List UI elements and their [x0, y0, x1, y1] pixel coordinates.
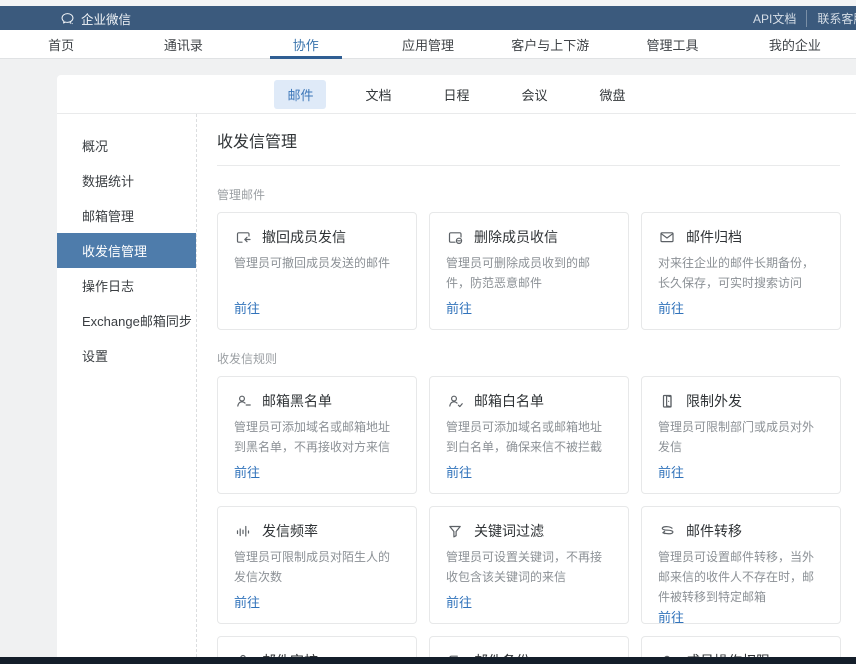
subtab-drive[interactable]: 微盘 — [587, 80, 639, 109]
door-icon — [658, 392, 676, 410]
sidebar-item-exchange-sync[interactable]: Exchange邮箱同步 — [57, 303, 196, 338]
sidebar-item-operation-log[interactable]: 操作日志 — [57, 268, 196, 303]
card-head: 邮箱黑名单 — [234, 391, 400, 411]
card-mail-blacklist: 邮箱黑名单 管理员可添加域名或邮箱地址到黑名单，不再接收对方来信 前往 — [217, 376, 417, 494]
card-desc: 管理员可限制部门或成员对外发信 — [658, 418, 824, 458]
topbar: 企业微信 API文档 联系客服 退出 — [0, 6, 856, 30]
card-title: 邮件转移 — [686, 521, 742, 541]
topbar-links: API文档 联系客服 退出 — [753, 6, 856, 30]
card-recall-sent-mail: 撤回成员发信 管理员可撤回成员发送的邮件 前往 — [217, 212, 417, 330]
goto-link[interactable]: 前往 — [658, 298, 684, 317]
card-title: 撤回成员发信 — [262, 227, 346, 247]
card-mail-backup: 邮件备份 — [429, 636, 629, 657]
chat-bubble-icon — [60, 11, 75, 26]
goto-link[interactable]: 前往 — [658, 607, 684, 626]
card-member-permission: 成员操作权限 — [641, 636, 841, 657]
section-label-manage-mail: 管理邮件 — [217, 186, 840, 203]
goto-link[interactable]: 前往 — [658, 462, 684, 481]
main-content: 收发信管理 管理邮件 撤回成员发信 管理员可撤回成员发送的邮件 前往 — [197, 114, 856, 657]
card-desc: 管理员可限制成员对陌生人的发信次数 — [234, 548, 400, 588]
card-send-frequency: 发信频率 管理员可限制成员对陌生人的发信次数 前往 — [217, 506, 417, 624]
card-head: 邮件归档 — [658, 227, 824, 247]
content-panel: 邮件 文档 日程 会议 微盘 概况 数据统计 邮箱管理 收发信管理 操作日志 E… — [57, 75, 856, 657]
sidebar-item-overview[interactable]: 概况 — [57, 128, 196, 163]
transfer-arrow-icon — [658, 522, 676, 540]
card-head: 删除成员收信 — [446, 227, 612, 247]
card-head: 限制外发 — [658, 391, 824, 411]
card-head: 邮箱白名单 — [446, 391, 612, 411]
logo-text: 企业微信 — [81, 9, 131, 28]
whitelist-person-icon — [446, 392, 464, 410]
card-title: 邮箱黑名单 — [262, 391, 332, 411]
sidebar-item-send-receive-management[interactable]: 收发信管理 — [57, 233, 196, 268]
card-title: 发信频率 — [262, 521, 318, 541]
card-desc: 管理员可设置关键词，不再接收包含该关键词的来信 — [446, 548, 612, 588]
card-title: 关键词过滤 — [474, 521, 544, 541]
goto-link[interactable]: 前往 — [234, 298, 260, 317]
frequency-bars-icon — [234, 522, 252, 540]
recall-mail-icon — [234, 228, 252, 246]
card-title: 限制外发 — [686, 391, 742, 411]
card-restrict-outgoing: 限制外发 管理员可限制部门或成员对外发信 前往 — [641, 376, 841, 494]
subtab-docs[interactable]: 文档 — [352, 80, 404, 109]
goto-link[interactable]: 前往 — [446, 298, 472, 317]
card-mail-whitelist: 邮箱白名单 管理员可添加域名或邮箱地址到白名单，确保来信不被拦截 前往 — [429, 376, 629, 494]
nav-item-admin-tools[interactable]: 管理工具 — [611, 30, 733, 58]
card-title: 邮箱白名单 — [474, 391, 544, 411]
card-keyword-filter: 关键词过滤 管理员可设置关键词，不再接收包含该关键词的来信 前往 — [429, 506, 629, 624]
goto-link[interactable]: 前往 — [446, 592, 472, 611]
card-head: 邮件转移 — [658, 521, 824, 541]
sidebar-item-statistics[interactable]: 数据统计 — [57, 163, 196, 198]
panel-body: 概况 数据统计 邮箱管理 收发信管理 操作日志 Exchange邮箱同步 设置 … — [57, 114, 856, 657]
bottom-edge-strip — [0, 657, 856, 664]
delete-mail-icon — [446, 228, 464, 246]
primary-nav: 首页 通讯录 协作 应用管理 客户与上下游 管理工具 我的企业 — [0, 30, 856, 59]
card-head: 关键词过滤 — [446, 521, 612, 541]
goto-link[interactable]: 前往 — [234, 592, 260, 611]
subtab-mail[interactable]: 邮件 — [274, 80, 326, 109]
card-mail-transfer: 邮件转移 管理员可设置邮件转移，当外邮来信的收件人不存在时，邮件被转移到特定邮箱… — [641, 506, 841, 624]
goto-link[interactable]: 前往 — [446, 462, 472, 481]
page-title: 收发信管理 — [217, 128, 840, 166]
goto-link[interactable]: 前往 — [234, 462, 260, 481]
section-label-send-receive-rules: 收发信规则 — [217, 350, 840, 367]
card-desc: 管理员可添加域名或邮箱地址到白名单，确保来信不被拦截 — [446, 418, 612, 458]
nav-item-customers[interactable]: 客户与上下游 — [489, 30, 611, 58]
card-head: 撤回成员发信 — [234, 227, 400, 247]
card-title: 邮件归档 — [686, 227, 742, 247]
card-delete-received-mail: 删除成员收信 管理员可删除成员收到的邮件，防范恶意邮件 前往 — [429, 212, 629, 330]
card-grid-manage-mail: 撤回成员发信 管理员可撤回成员发送的邮件 前往 删除成员收信 管理员可 — [217, 212, 840, 330]
card-grid-rules: 邮箱黑名单 管理员可添加域名或邮箱地址到黑名单，不再接收对方来信 前往 邮箱白名… — [217, 376, 840, 657]
nav-item-app-management[interactable]: 应用管理 — [367, 30, 489, 58]
subtabs: 邮件 文档 日程 会议 微盘 — [57, 75, 856, 114]
card-desc: 对来往企业的邮件长期备份，长久保存，可实时搜索访问 — [658, 254, 824, 294]
filter-funnel-icon — [446, 522, 464, 540]
card-mail-audit: 邮件审核 — [217, 636, 417, 657]
nav-item-my-company[interactable]: 我的企业 — [734, 30, 856, 58]
wecom-logo[interactable]: 企业微信 — [60, 9, 131, 28]
nav-item-collaboration[interactable]: 协作 — [245, 30, 367, 58]
mail-archive-icon — [658, 228, 676, 246]
api-docs-link[interactable]: API文档 — [753, 10, 796, 27]
card-desc: 管理员可撤回成员发送的邮件 — [234, 254, 400, 274]
card-title: 删除成员收信 — [474, 227, 558, 247]
sidebar-item-settings[interactable]: 设置 — [57, 338, 196, 373]
nav-item-contacts[interactable]: 通讯录 — [122, 30, 244, 58]
subtab-schedule[interactable]: 日程 — [430, 80, 482, 109]
card-desc: 管理员可删除成员收到的邮件，防范恶意邮件 — [446, 254, 612, 294]
card-desc: 管理员可设置邮件转移，当外邮来信的收件人不存在时，邮件被转移到特定邮箱 — [658, 548, 824, 607]
contact-support-link[interactable]: 联系客服 — [806, 10, 856, 27]
card-mail-archive: 邮件归档 对来往企业的邮件长期备份，长久保存，可实时搜索访问 前往 — [641, 212, 841, 330]
card-desc: 管理员可添加域名或邮箱地址到黑名单，不再接收对方来信 — [234, 418, 400, 458]
sidebar-item-mailbox-management[interactable]: 邮箱管理 — [57, 198, 196, 233]
blacklist-person-icon — [234, 392, 252, 410]
sidebar: 概况 数据统计 邮箱管理 收发信管理 操作日志 Exchange邮箱同步 设置 — [57, 114, 197, 657]
nav-item-home[interactable]: 首页 — [0, 30, 122, 58]
card-head: 发信频率 — [234, 521, 400, 541]
subtab-meeting[interactable]: 会议 — [509, 80, 561, 109]
